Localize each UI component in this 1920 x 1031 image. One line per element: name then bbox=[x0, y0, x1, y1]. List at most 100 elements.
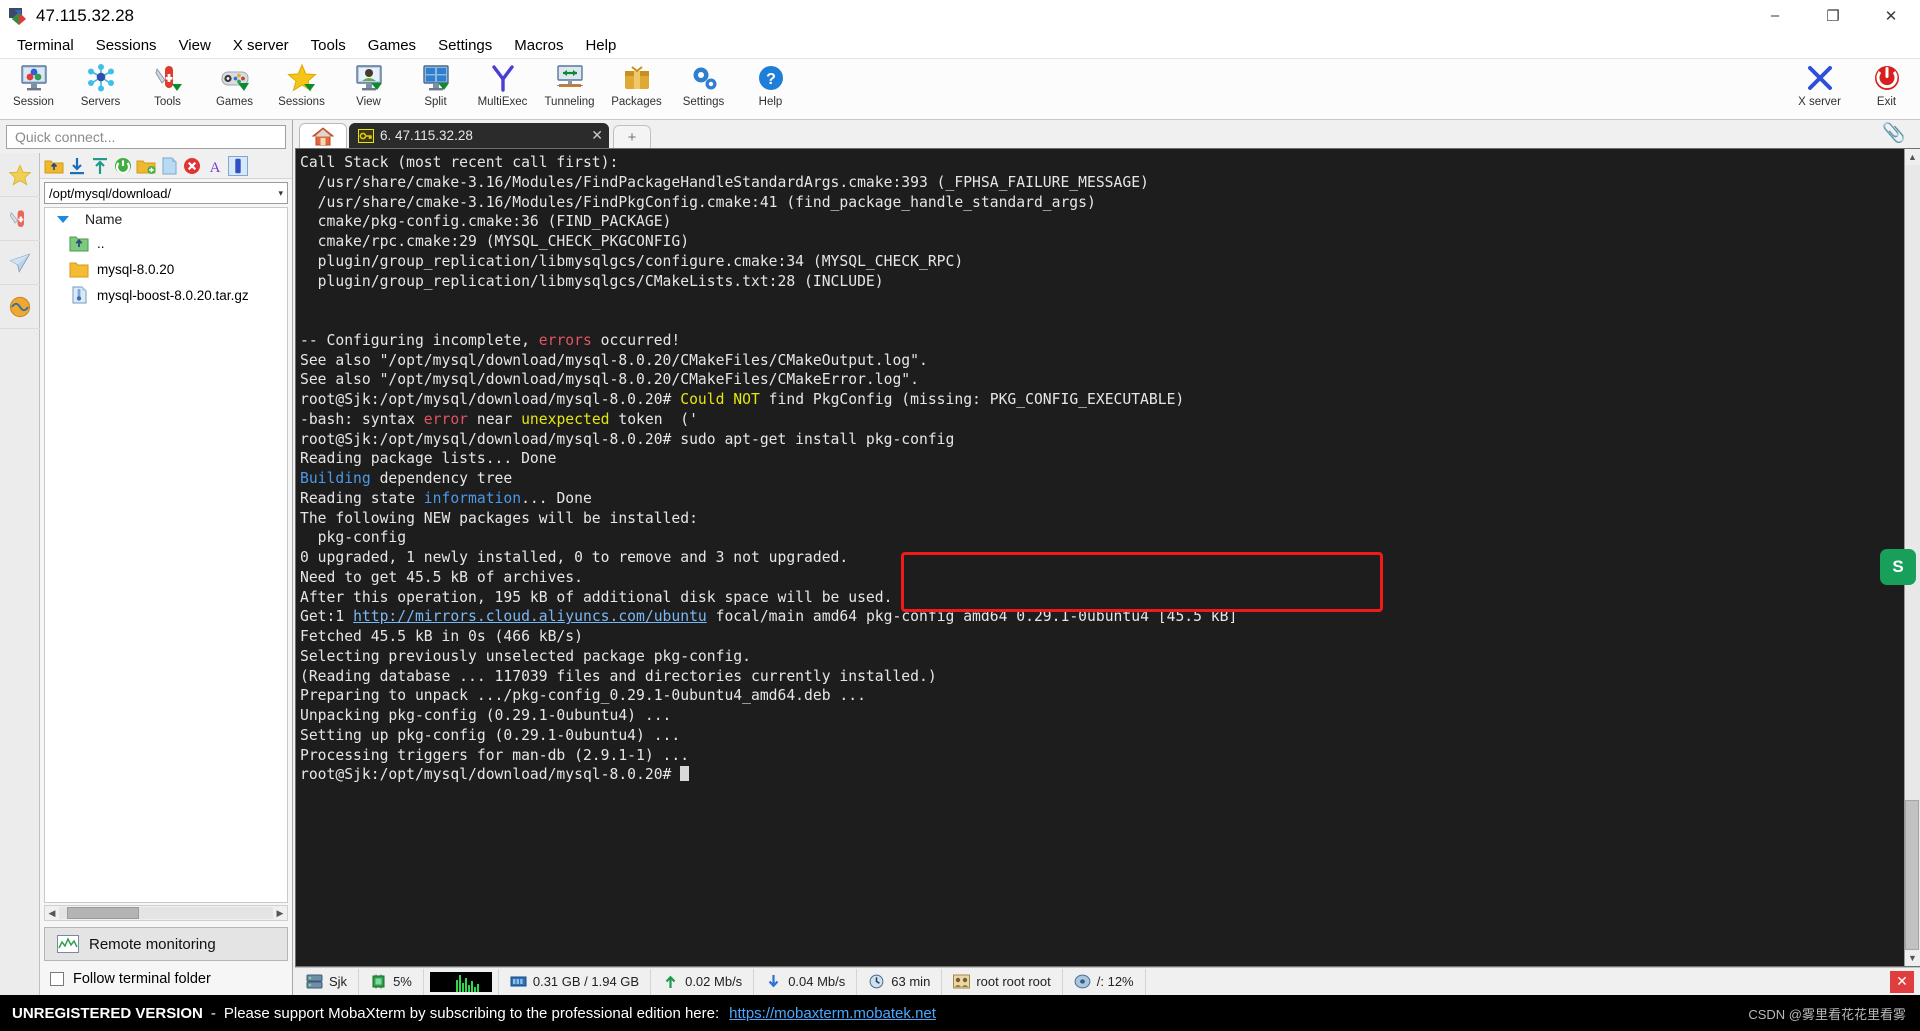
toolbar-settings-button[interactable]: Settings bbox=[670, 59, 737, 119]
scroll-thumb[interactable] bbox=[1905, 800, 1919, 950]
view-icon bbox=[354, 63, 384, 93]
chevron-down-icon[interactable]: ▾ bbox=[278, 188, 283, 199]
toolbar-tunneling-button[interactable]: Tunneling bbox=[536, 59, 603, 119]
binary-mode-icon[interactable] bbox=[228, 155, 248, 176]
new-file-icon[interactable] bbox=[159, 156, 179, 176]
toolbar-packages-button[interactable]: Packages bbox=[603, 59, 670, 119]
follow-terminal-folder-row[interactable]: Follow terminal folder bbox=[50, 971, 288, 987]
toolbar-tools-button[interactable]: Tools bbox=[134, 59, 201, 119]
new-tab-button[interactable]: + bbox=[613, 125, 651, 148]
tools-icon bbox=[8, 207, 32, 231]
upload-icon[interactable] bbox=[90, 156, 110, 176]
terminal-line: Need to get 45.5 kB of archives. bbox=[300, 568, 1904, 588]
status-download[interactable]: 0.04 Mb/s bbox=[754, 968, 858, 995]
status-disk[interactable]: /: 12% bbox=[1063, 968, 1146, 995]
sidebar-item-macros[interactable] bbox=[0, 285, 40, 329]
ime-floating-icon[interactable]: S bbox=[1880, 549, 1916, 585]
toolbar-label: MultiExec bbox=[477, 96, 528, 108]
status-label: 0.31 GB / 1.94 GB bbox=[532, 974, 640, 989]
scroll-left-arrow-icon[interactable]: ◀ bbox=[45, 908, 59, 919]
minimize-button[interactable]: – bbox=[1746, 0, 1804, 32]
scroll-down-arrow-icon[interactable]: ▼ bbox=[1905, 950, 1920, 966]
side-tab-strip bbox=[0, 153, 40, 995]
scroll-right-arrow-icon[interactable]: ▶ bbox=[273, 908, 287, 919]
toolbar-xserver-button[interactable]: X server bbox=[1786, 59, 1853, 119]
terminal-colored-text: information bbox=[423, 489, 522, 507]
status-uptime[interactable]: 63 min bbox=[857, 968, 943, 995]
remote-monitoring-button[interactable]: Remote monitoring bbox=[44, 927, 288, 961]
status-upload[interactable]: 0.02 Mb/s bbox=[651, 968, 755, 995]
tab-home[interactable] bbox=[299, 123, 347, 148]
horizontal-scrollbar[interactable]: ◀ ▶ bbox=[44, 905, 288, 921]
status-users[interactable]: root root root bbox=[942, 968, 1063, 995]
parent-folder-icon[interactable] bbox=[44, 156, 64, 176]
toolbar-session-button[interactable]: Session bbox=[0, 59, 67, 119]
download-icon[interactable] bbox=[67, 156, 87, 176]
tab-terminal-session[interactable]: 6. 47.115.32.28 ✕ bbox=[349, 123, 609, 148]
banner-link[interactable]: https://mobaxterm.mobatek.net bbox=[729, 1005, 936, 1022]
quick-connect-input[interactable]: Quick connect... bbox=[6, 125, 286, 149]
sidebar-item-sftp[interactable] bbox=[0, 241, 40, 285]
refresh-icon[interactable] bbox=[113, 156, 133, 176]
follow-terminal-folder-checkbox[interactable] bbox=[50, 972, 64, 986]
menu-tools[interactable]: Tools bbox=[300, 35, 357, 56]
toolbar-label: Session bbox=[13, 96, 54, 108]
toolbar-multiexec-button[interactable]: MultiExec bbox=[469, 59, 536, 119]
sidebar-item-tools[interactable] bbox=[0, 197, 40, 241]
toolbar-view-button[interactable]: View bbox=[335, 59, 402, 119]
toolbar-exit-button[interactable]: Exit bbox=[1853, 59, 1920, 119]
terminal-colored-text: Could NOT bbox=[680, 391, 760, 408]
star-icon bbox=[8, 163, 32, 187]
list-item[interactable]: mysql-8.0.20 bbox=[45, 256, 287, 282]
status-cpu-graph[interactable] bbox=[424, 968, 499, 995]
menu-view[interactable]: View bbox=[168, 35, 222, 56]
column-header-row[interactable]: Name bbox=[45, 208, 287, 230]
scroll-track[interactable] bbox=[59, 907, 273, 919]
archive-icon bbox=[69, 286, 89, 304]
menu-settings[interactable]: Settings bbox=[427, 35, 503, 56]
menu-x-server[interactable]: X server bbox=[222, 35, 300, 56]
maximize-button[interactable]: ❐ bbox=[1804, 0, 1862, 32]
status-host[interactable]: Sjk bbox=[295, 968, 360, 995]
toolbar-split-button[interactable]: Split bbox=[402, 59, 469, 119]
folder-icon bbox=[69, 260, 89, 278]
menu-sessions[interactable]: Sessions bbox=[85, 35, 168, 56]
toolbar-label: Help bbox=[758, 96, 783, 108]
terminal-container: Call Stack (most recent call first): /us… bbox=[295, 148, 1920, 967]
toolbar-servers-button[interactable]: Servers bbox=[67, 59, 134, 119]
terminal-text: find PkgConfig (missing: PKG_CONFIG_EXEC… bbox=[759, 391, 1185, 408]
terminal-text: Processing triggers for man-db (2.9.1-1)… bbox=[300, 746, 690, 764]
menu-games[interactable]: Games bbox=[357, 35, 427, 56]
scroll-thumb[interactable] bbox=[67, 907, 139, 919]
terminal-colored-text[interactable]: http://mirrors.cloud.aliyuncs.com/ubuntu bbox=[353, 608, 707, 625]
paperclip-icon[interactable]: 📎 bbox=[1882, 121, 1906, 145]
new-folder-icon[interactable] bbox=[136, 156, 156, 176]
watermark-credit: CSDN @雾里看花花里看雾 bbox=[1748, 1006, 1906, 1022]
tools-icon bbox=[153, 63, 183, 93]
delete-icon[interactable] bbox=[182, 156, 202, 176]
status-memory[interactable]: 0.31 GB / 1.94 GB bbox=[499, 968, 652, 995]
sidebar-item-sessions[interactable] bbox=[0, 153, 40, 197]
list-item[interactable]: mysql-boost-8.0.20.tar.gz bbox=[45, 282, 287, 308]
terminal-output[interactable]: Call Stack (most recent call first): /us… bbox=[296, 149, 1904, 966]
menu-macros[interactable]: Macros bbox=[503, 35, 574, 56]
file-list[interactable]: Name .. mysql-8.0.20 mysql-boost-8.0.20.… bbox=[44, 207, 288, 903]
close-button[interactable]: ✕ bbox=[1862, 0, 1920, 32]
toolbar-games-button[interactable]: Games bbox=[201, 59, 268, 119]
toolbar-help-button[interactable]: ? Help bbox=[737, 59, 804, 119]
toolbar-sessions-button[interactable]: Sessions bbox=[268, 59, 335, 119]
close-icon[interactable]: ✕ bbox=[591, 127, 603, 144]
toolbar-label: Tools bbox=[154, 96, 181, 108]
terminal-text: root@Sjk:/opt/mysql/download/mysql-8.0.2… bbox=[300, 430, 955, 448]
status-close-button[interactable]: ✕ bbox=[1890, 970, 1914, 993]
text-mode-icon[interactable]: A bbox=[205, 156, 225, 176]
scroll-up-arrow-icon[interactable]: ▲ bbox=[1905, 149, 1920, 165]
menu-terminal[interactable]: Terminal bbox=[6, 35, 85, 56]
window-title: 47.115.32.28 bbox=[36, 5, 134, 25]
path-input[interactable]: /opt/mysql/download/ ▾ bbox=[44, 182, 288, 204]
status-cpu[interactable]: 5% bbox=[359, 968, 424, 995]
status-label: 0.02 Mb/s bbox=[685, 974, 743, 989]
menu-help[interactable]: Help bbox=[574, 35, 627, 56]
list-item[interactable]: .. bbox=[45, 230, 287, 256]
